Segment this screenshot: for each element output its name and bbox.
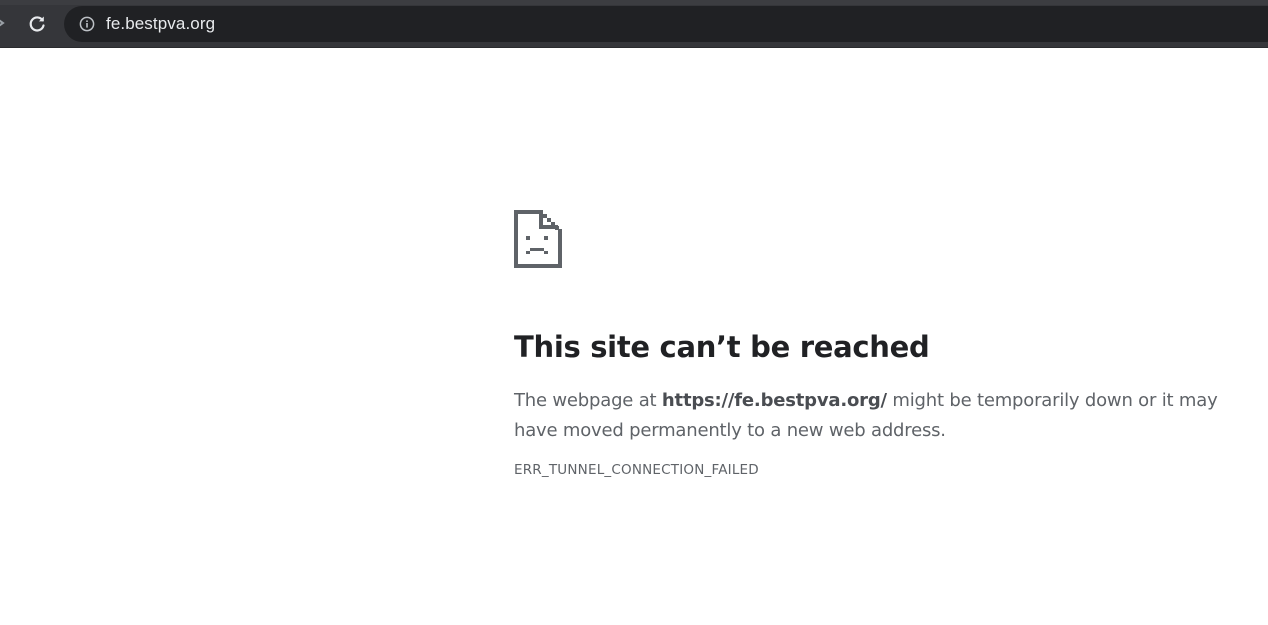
- message-url: https://fe.bestpva.org/: [661, 390, 887, 411]
- forward-arrow-icon[interactable]: [0, 12, 8, 34]
- error-message: The webpage at https://fe.bestpva.org/ m…: [514, 386, 1224, 446]
- browser-toolbar: fe.bestpva.org: [0, 0, 1268, 48]
- site-info-icon[interactable]: [78, 15, 96, 33]
- error-code: ERR_TUNNEL_CONNECTION_FAILED: [514, 462, 759, 478]
- sad-page-icon: [514, 210, 562, 268]
- address-bar[interactable]: fe.bestpva.org: [64, 6, 1268, 42]
- error-page-content: This site can’t be reached The webpage a…: [514, 210, 1224, 478]
- reload-icon: [29, 16, 45, 32]
- reload-button[interactable]: [21, 8, 53, 40]
- error-title: This site can’t be reached: [514, 330, 930, 364]
- tab-strip-edge: [0, 0, 1268, 5]
- url-text[interactable]: fe.bestpva.org: [106, 14, 215, 34]
- message-prefix: The webpage at: [514, 390, 662, 411]
